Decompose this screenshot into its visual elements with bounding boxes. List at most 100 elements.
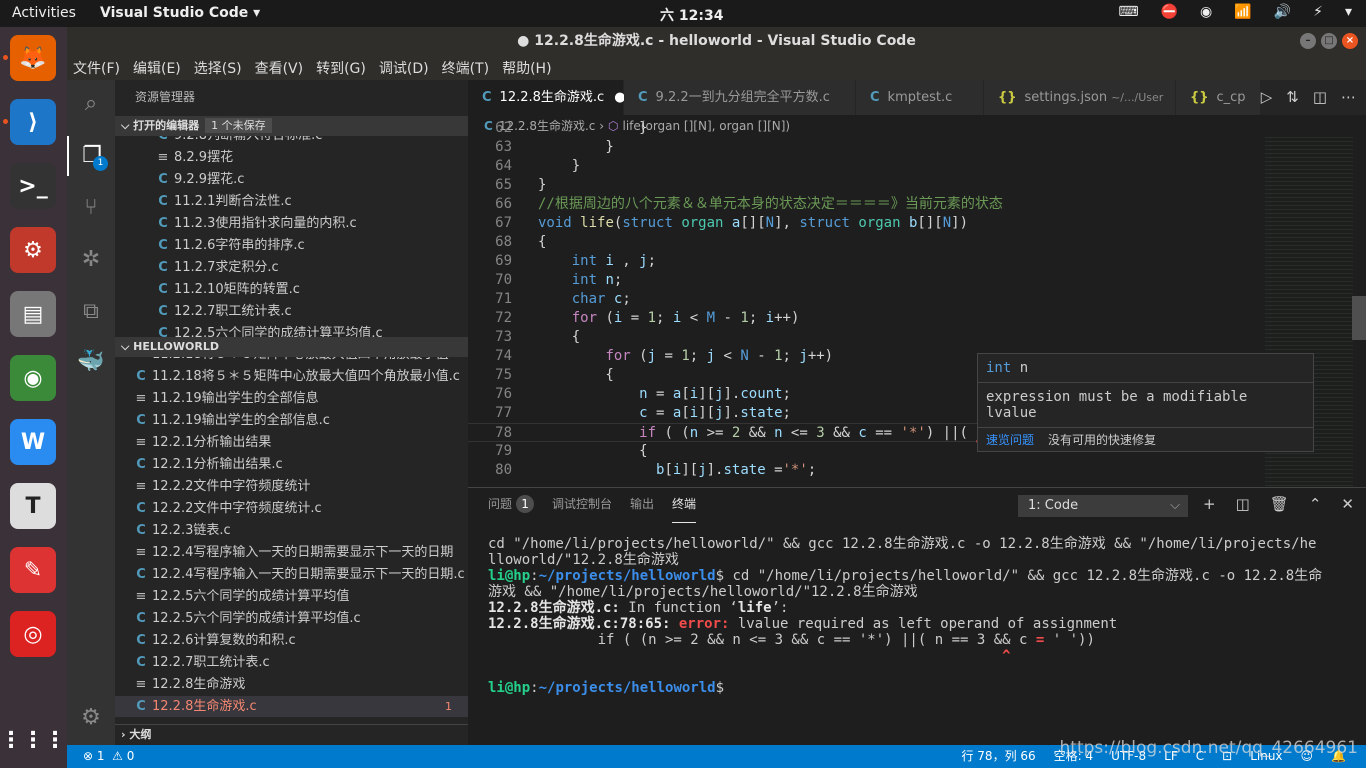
- split-terminal-icon[interactable]: ◫: [1236, 495, 1250, 513]
- dock-netease-music-icon[interactable]: ◎: [10, 611, 56, 657]
- file-item[interactable]: C 12.2.3链表.c: [115, 520, 468, 542]
- compare-icon[interactable]: ⇅: [1286, 88, 1299, 106]
- wifi-icon[interactable]: 📶: [1234, 4, 1251, 20]
- file-item[interactable]: C 11.2.10矩阵的转置.c: [115, 279, 468, 301]
- file-item[interactable]: C 12.2.5六个同学的成绩计算平均值.c: [115, 608, 468, 630]
- terminal-output[interactable]: cd "/home/li/projects/helloworld/" && gc…: [488, 536, 1348, 696]
- file-item[interactable]: C 12.2.8生命游戏.c 1: [115, 696, 468, 717]
- peek-problem-link[interactable]: 速览问题: [986, 433, 1034, 447]
- file-item[interactable]: ≡ 12.2.5六个同学的成绩计算平均值: [115, 586, 468, 608]
- dock-vscode-icon[interactable]: ⟩: [10, 99, 56, 145]
- file-item[interactable]: C 11.2.6字符串的排序.c: [115, 235, 468, 257]
- dock-files-icon[interactable]: ▤: [10, 291, 56, 337]
- source-control-icon[interactable]: ⑂: [67, 188, 115, 228]
- text-file-icon: ≡: [135, 545, 147, 560]
- clock[interactable]: 六 12:34: [660, 5, 723, 25]
- file-item[interactable]: C 9.2.9摆花.c: [115, 169, 468, 191]
- volume-icon[interactable]: 🔊: [1274, 4, 1291, 20]
- dock-reader-icon[interactable]: ✎: [10, 547, 56, 593]
- problems-status[interactable]: ⊗ 1 ⚠ 0: [83, 745, 134, 768]
- close-window-button[interactable]: ×: [1342, 33, 1358, 49]
- file-item[interactable]: C 11.2.19输出学生的全部信息.c: [115, 410, 468, 432]
- tab-0[interactable]: C 12.2.8生命游戏.c ●: [468, 80, 626, 115]
- folder-file-list[interactable]: ≡11.2.18将５＊５矩阵中心放最大值四个角放最小值C11.2.18将５＊５矩…: [115, 357, 468, 717]
- maximize-button[interactable]: □: [1321, 33, 1337, 49]
- dock-apps-icon[interactable]: ⋮⋮⋮: [0, 717, 66, 763]
- editor-scrollbar[interactable]: [1352, 296, 1366, 340]
- stop-icon[interactable]: ⛔: [1161, 4, 1178, 20]
- file-item[interactable]: ≡ 12.2.2文件中字符频度统计: [115, 476, 468, 498]
- new-terminal-icon[interactable]: +: [1203, 495, 1216, 513]
- system-tray[interactable]: ⌨ ⛔ ◉ 📶 🔊 ⚡ ▾: [1118, 4, 1352, 20]
- file-item[interactable]: C 12.2.2文件中字符频度统计.c: [115, 498, 468, 520]
- file-item[interactable]: ≡ 12.2.8生命游戏: [115, 674, 468, 696]
- file-item[interactable]: C 12.2.7职工统计表.c: [115, 301, 468, 323]
- run-icon[interactable]: ▷: [1261, 88, 1273, 106]
- tab-3[interactable]: {} settings.json ~/.../User: [984, 80, 1176, 115]
- file-item[interactable]: C9.2.8判断输入符合标准.c: [115, 136, 468, 147]
- tab-2[interactable]: Ckmptest.c: [856, 80, 984, 115]
- explorer-icon[interactable]: ❐ 1: [67, 136, 115, 176]
- helloworld-folder-header[interactable]: ⌵ HELLOWORLD: [115, 337, 468, 357]
- dock-firefox-icon[interactable]: 🦊: [10, 35, 56, 81]
- menu-debug[interactable]: 调试(D): [379, 55, 436, 80]
- file-item[interactable]: ≡ 12.2.4写程序输入一天的日期需要显示下一天的日期: [115, 542, 468, 564]
- open-editors-header[interactable]: ⌵ 打开的编辑器 1 个未保存: [115, 116, 468, 136]
- file-item[interactable]: C 11.2.3使用指针求向量的内积.c: [115, 213, 468, 235]
- more-actions-icon[interactable]: ⋯: [1341, 88, 1356, 106]
- music-tray-icon[interactable]: ◉: [1200, 4, 1212, 20]
- file-item[interactable]: C 12.2.5六个同学的成绩计算平均值.c: [115, 323, 468, 337]
- extensions-icon[interactable]: ⧉: [67, 292, 115, 332]
- app-menu[interactable]: Visual Studio Code ▾: [100, 5, 260, 21]
- search-icon[interactable]: ⌕: [67, 84, 115, 124]
- file-item[interactable]: C 11.2.7求定积分.c: [115, 257, 468, 279]
- menu-edit[interactable]: 编辑(E): [133, 55, 188, 80]
- menu-help[interactable]: 帮助(H): [502, 55, 558, 80]
- battery-icon[interactable]: ⚡: [1313, 4, 1323, 20]
- debug-icon[interactable]: ✲: [67, 240, 115, 280]
- dock-typora-icon[interactable]: T: [10, 483, 56, 529]
- system-menu-chevron-icon[interactable]: ▾: [1345, 4, 1352, 20]
- file-item[interactable]: ≡11.2.18将５＊５矩阵中心放最大值四个角放最小值: [115, 357, 468, 366]
- tab-output[interactable]: 输出: [630, 488, 654, 523]
- tab-1[interactable]: C 9.2.2一到九分组完全平方数.c: [624, 80, 856, 115]
- file-item[interactable]: C 12.2.1分析输出结果.c: [115, 454, 468, 476]
- file-item[interactable]: C 12.2.7职工统计表.c: [115, 652, 468, 674]
- cursor-position[interactable]: 行 78，列 66: [961, 745, 1035, 768]
- dock-wps-icon[interactable]: W: [10, 419, 56, 465]
- menu-selection[interactable]: 选择(S): [194, 55, 249, 80]
- close-panel-icon[interactable]: ✕: [1341, 495, 1354, 513]
- tab-problems[interactable]: 问题 1: [488, 488, 535, 523]
- menu-view[interactable]: 查看(V): [255, 55, 311, 80]
- file-item[interactable]: ≡ 12.2.1分析输出结果: [115, 432, 468, 454]
- unsaved-badge: 1 个未保存: [205, 118, 272, 133]
- maximize-panel-icon[interactable]: ⌃: [1309, 495, 1322, 513]
- dock-terminal-icon[interactable]: >_: [10, 163, 56, 209]
- file-item[interactable]: ≡ 8.2.9摆花: [115, 147, 468, 169]
- open-editors-list[interactable]: C9.2.8判断输入符合标准.c≡8.2.9摆花C9.2.9摆花.cC11.2.…: [115, 136, 468, 337]
- file-item[interactable]: C 11.2.1判断合法性.c: [115, 191, 468, 213]
- trash-icon[interactable]: 🗑: [1270, 495, 1289, 513]
- minimize-button[interactable]: –: [1300, 33, 1316, 49]
- tab-4[interactable]: {} c_cp: [1176, 80, 1261, 115]
- file-item[interactable]: C 11.2.18将５＊５矩阵中心放最大值四个角放最小值.c: [115, 366, 468, 388]
- tab-path: ~/.../User: [1111, 91, 1164, 104]
- docker-icon[interactable]: 🐳: [67, 342, 115, 382]
- file-item[interactable]: ≡ 11.2.19输出学生的全部信息: [115, 388, 468, 410]
- keyboard-icon[interactable]: ⌨: [1118, 4, 1138, 20]
- split-editor-icon[interactable]: ◫: [1313, 88, 1327, 106]
- menu-go[interactable]: 转到(G): [316, 55, 373, 80]
- terminal-select[interactable]: 1: Code ⌵: [1018, 495, 1188, 517]
- file-item[interactable]: C 12.2.6计算复数的和积.c: [115, 630, 468, 652]
- menu-file[interactable]: 文件(F): [73, 55, 127, 80]
- outline-header[interactable]: › 大纲: [115, 724, 468, 744]
- tab-terminal[interactable]: 终端: [672, 488, 697, 523]
- hover-tooltip: int n expression must be a modifiable lv…: [977, 353, 1314, 452]
- menu-terminal[interactable]: 终端(T): [442, 55, 496, 80]
- activities-button[interactable]: Activities: [12, 5, 76, 21]
- dock-settings-icon[interactable]: ⚙: [10, 227, 56, 273]
- dock-chrome-icon[interactable]: ◉: [10, 355, 56, 401]
- gear-icon[interactable]: ⚙: [67, 698, 115, 738]
- file-item[interactable]: C 12.2.4写程序输入一天的日期需要显示下一天的日期.c: [115, 564, 468, 586]
- tab-debug-console[interactable]: 调试控制台: [552, 488, 612, 523]
